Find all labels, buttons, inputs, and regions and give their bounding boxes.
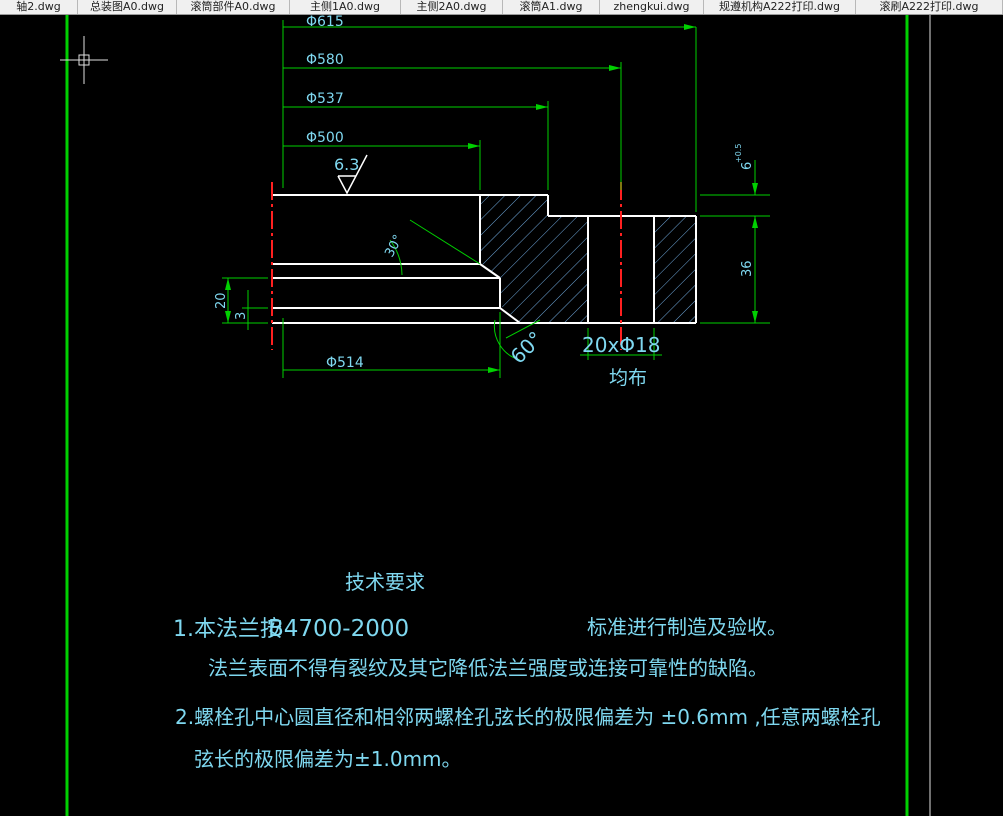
tech-requirements-title: 技术要求 [345, 570, 425, 594]
tech-line2: 法兰表面不得有裂纹及其它降低法兰强度或连接可靠性的缺陷。 [208, 656, 768, 680]
tab-guntong-a1[interactable]: 滚筒A1.dwg [503, 0, 600, 14]
tech-line1-suffix: 标准进行制造及验收。 [587, 615, 787, 639]
tab-zhuce2[interactable]: 主侧2A0.dwg [401, 0, 503, 14]
tab-zhuce1[interactable]: 主侧1A0.dwg [290, 0, 401, 14]
tab-zongzhuangtu[interactable]: 总装图A0.dwg [78, 0, 177, 14]
tab-zhengkui[interactable]: zhengkui.dwg [600, 0, 704, 14]
roughness-value: 6.3 [334, 155, 359, 174]
tech-line4: 弦长的极限偏差为±1.0mm。 [194, 747, 462, 771]
drawing-canvas[interactable]: Φ615 Φ580 Φ537 Φ500 Φ514 6.3 30° 60° 20 … [0, 15, 1003, 816]
dim-phi615: Φ615 [306, 15, 344, 30]
dim-phi537: Φ537 [306, 91, 344, 107]
tech-line3: 2.螺栓孔中心圆直径和相邻两螺栓孔弦长的极限偏差为 ±0.6mm ,任意两螺栓孔 [175, 705, 881, 729]
tech-line1-standard: B4700-2000 [268, 616, 409, 642]
hatch-section-right [654, 216, 696, 323]
tab-guntong-bujian[interactable]: 滚筒部件A0.dwg [177, 0, 290, 14]
dim-height3: 3 [234, 312, 249, 320]
dim-phi514: Φ514 [326, 355, 364, 371]
tech-line1-prefix: 1.本法兰按 [173, 617, 282, 642]
tab-gunshua[interactable]: 滚刷A222打印.dwg [856, 0, 1003, 14]
dim-angle30: 30° [382, 232, 406, 259]
tab-zhou2[interactable]: 轴2.dwg [0, 0, 78, 14]
hatch-section-left [480, 195, 588, 323]
file-tab-bar: 轴2.dwg 总装图A0.dwg 滚筒部件A0.dwg 主侧1A0.dwg 主侧… [0, 0, 1003, 15]
dim-phi500: Φ500 [306, 130, 344, 146]
dim-angle60: 60° [506, 326, 548, 368]
dim-height36: 36 [740, 260, 755, 277]
tab-guizun-jigou[interactable]: 规遵机构A222打印.dwg [704, 0, 856, 14]
dim-phi580: Φ580 [306, 52, 344, 68]
dim-distribution: 均布 [609, 367, 647, 389]
dim-holes: 20xΦ18 [582, 333, 660, 357]
dim-height20: 20 [214, 292, 229, 309]
dim-tolerance: +0.5 [734, 144, 743, 163]
